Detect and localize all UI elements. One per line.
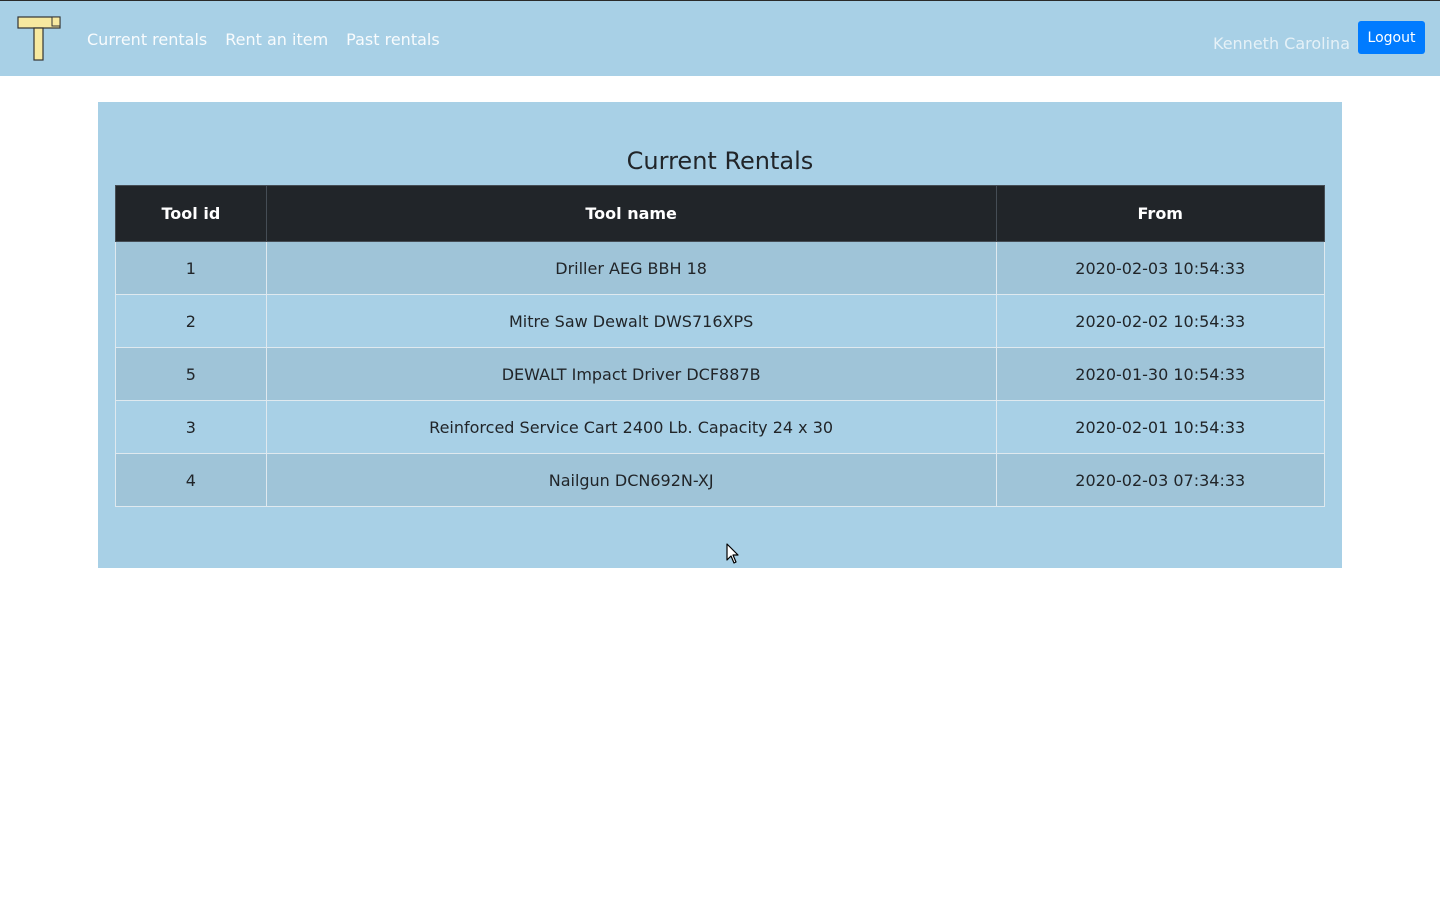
cell-tool-name: Nailgun DCN692N-XJ [265, 453, 997, 507]
hammer-icon[interactable] [16, 15, 62, 63]
cell-tool-id: 5 [115, 347, 267, 401]
logout-button[interactable]: Logout [1358, 21, 1425, 54]
nav-link-rent-an-item[interactable]: Rent an item [225, 30, 328, 49]
cell-from: 2020-02-03 10:54:33 [995, 241, 1325, 295]
page-title: Current Rentals [626, 147, 814, 175]
cell-from: 2020-01-30 10:54:33 [995, 347, 1325, 401]
table-header-row: Tool id Tool name From [115, 185, 1325, 242]
rentals-table: Tool id Tool name From 1 Driller AEG BBH… [115, 185, 1325, 507]
cell-tool-id: 4 [115, 453, 267, 507]
nav-link-past-rentals[interactable]: Past rentals [346, 30, 440, 49]
cell-from: 2020-02-02 10:54:33 [995, 294, 1325, 348]
cell-tool-name: Mitre Saw Dewalt DWS716XPS [265, 294, 997, 348]
cell-from: 2020-02-01 10:54:33 [995, 400, 1325, 454]
column-header-from: From [995, 185, 1325, 242]
cell-tool-id: 2 [115, 294, 267, 348]
table-row: 1 Driller AEG BBH 18 2020-02-03 10:54:33 [115, 241, 1325, 295]
user-name: Kenneth Carolina [1213, 34, 1350, 53]
nav-links: Current rentals Rent an item Past rental… [87, 30, 440, 49]
cell-tool-id: 1 [115, 241, 267, 295]
nav-link-current-rentals[interactable]: Current rentals [87, 30, 207, 49]
cell-tool-name: Reinforced Service Cart 2400 Lb. Capacit… [265, 400, 997, 454]
cell-tool-id: 3 [115, 400, 267, 454]
column-header-tool-id: Tool id [115, 185, 267, 242]
table-row: 4 Nailgun DCN692N-XJ 2020-02-03 07:34:33 [115, 453, 1325, 507]
column-header-tool-name: Tool name [265, 185, 997, 242]
navbar: Current rentals Rent an item Past rental… [0, 0, 1440, 76]
rentals-panel: Current Rentals Tool id Tool name From 1… [98, 102, 1342, 568]
mouse-cursor-icon [726, 543, 739, 564]
cell-tool-name: Driller AEG BBH 18 [265, 241, 997, 295]
table-row: 5 DEWALT Impact Driver DCF887B 2020-01-3… [115, 347, 1325, 401]
table-row: 3 Reinforced Service Cart 2400 Lb. Capac… [115, 400, 1325, 454]
cell-from: 2020-02-03 07:34:33 [995, 453, 1325, 507]
table-row: 2 Mitre Saw Dewalt DWS716XPS 2020-02-02 … [115, 294, 1325, 348]
cell-tool-name: DEWALT Impact Driver DCF887B [265, 347, 997, 401]
